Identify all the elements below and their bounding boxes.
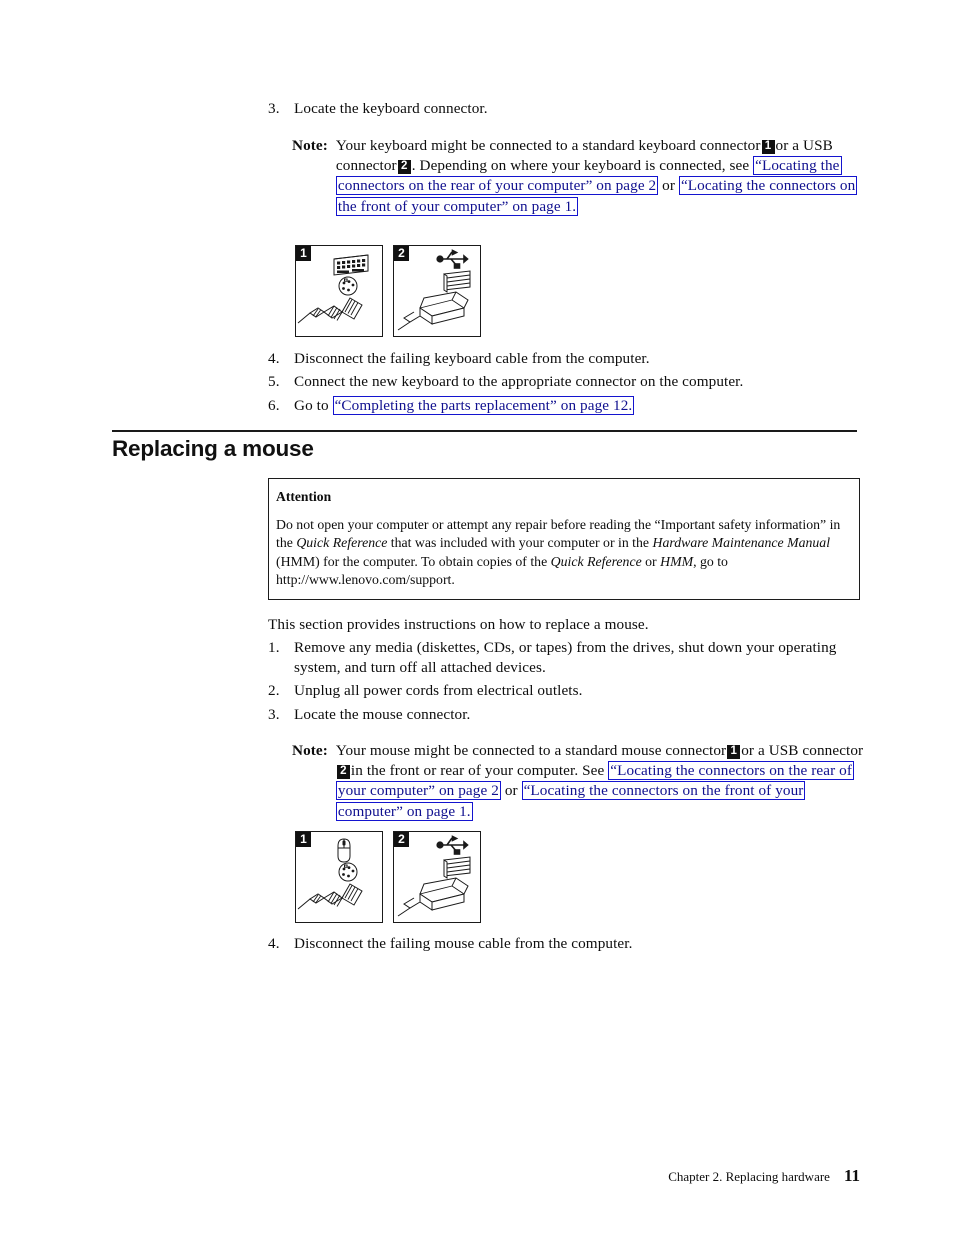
note-conjunction: or — [662, 177, 676, 195]
attention-part4: or — [641, 553, 661, 569]
note-text-part3: in the front or rear of your computer. S… — [350, 762, 605, 780]
step-mouse-1: 1. Remove any media (diskettes, CDs, or … — [268, 638, 863, 678]
callout-chip-2: 2 — [397, 160, 411, 174]
figure-tag: 1 — [296, 832, 311, 847]
step-number: 4. — [268, 350, 280, 367]
note-text-part1: Your mouse might be connected to a stand… — [335, 742, 727, 759]
step-number: 4. — [268, 935, 280, 952]
step-text: Disconnect the failing mouse cable from … — [294, 935, 633, 952]
step-mouse-4: 4. Disconnect the failing mouse cable fr… — [268, 934, 868, 954]
callout-chip-2: 2 — [336, 765, 350, 779]
note-text-part2: or a USB connector — [741, 742, 864, 759]
step-text: Locate the mouse connector. — [294, 706, 471, 723]
step-keyboard-3: 3. Locate the keyboard connector. — [268, 99, 868, 119]
footer-page-number: 11 — [843, 1166, 860, 1185]
step-text: Connect the new keyboard to the appropri… — [294, 373, 744, 390]
step-text: Remove any media (diskettes, CDs, or tap… — [294, 639, 837, 677]
figure-usb-mouse: 2 — [393, 831, 481, 923]
step-number: 1. — [268, 639, 280, 656]
note-label: Note: — [292, 137, 328, 154]
page-footer: Chapter 2. Replacing hardware 11 — [668, 1166, 860, 1186]
note-mouse: Note: Your mouse might be connected to a… — [292, 741, 864, 822]
figure-tag: 1 — [296, 246, 311, 261]
step-keyboard-6: 6. Go to “Completing the parts replaceme… — [268, 396, 868, 416]
attention-italic-quick-reference-2: Quick Reference — [550, 553, 642, 569]
note-keyboard: Note: Your keyboard might be connected t… — [292, 136, 864, 217]
step-keyboard-5: 5. Connect the new keyboard to the appro… — [268, 372, 868, 392]
step-text: Disconnect the failing keyboard cable fr… — [294, 350, 650, 367]
footer-chapter: Chapter 2. Replacing hardware — [668, 1169, 830, 1184]
step-number: 3. — [268, 706, 280, 723]
attention-italic-hmm: HMM — [660, 553, 694, 569]
step-number: 3. — [268, 100, 280, 117]
attention-part3: (HMM) for the computer. To obtain copies… — [276, 553, 551, 569]
attention-text: Do not open your computer or attempt any… — [276, 516, 853, 590]
attention-box: Attention Do not open your computer or a… — [268, 478, 860, 600]
heading-rule — [112, 430, 857, 432]
link-completing-parts-replacement[interactable]: “Completing the parts replacement” on pa… — [332, 396, 635, 415]
attention-part2: that was included with your computer or … — [387, 535, 653, 551]
page-title: Replacing a mouse — [112, 436, 314, 461]
figure-ps2-keyboard: 1 — [295, 245, 383, 337]
step-keyboard-4: 4. Disconnect the failing keyboard cable… — [268, 349, 868, 369]
figure-ps2-mouse: 1 — [295, 831, 383, 923]
note-label: Note: — [292, 742, 328, 759]
note-text-part1: Your keyboard might be connected to a st… — [335, 137, 761, 154]
note-conjunction: or — [504, 782, 518, 800]
step-text: Go to “Completing the parts replacement”… — [294, 396, 868, 416]
step-text: Locate the keyboard connector. — [294, 100, 488, 117]
mouse-intro-text: This section provides instructions on ho… — [268, 616, 649, 633]
step-prefix: Go to — [294, 397, 329, 414]
step-mouse-3: 3. Locate the mouse connector. — [268, 705, 863, 725]
step-text: Unplug all power cords from electrical o… — [294, 682, 583, 699]
figure-tag: 2 — [394, 246, 409, 261]
note-body: Your keyboard might be connected to a st… — [335, 136, 864, 217]
note-body: Your mouse might be connected to a stand… — [335, 741, 864, 822]
figure-tag: 2 — [394, 832, 409, 847]
step-number: 6. — [268, 397, 280, 414]
attention-title: Attention — [276, 489, 332, 504]
step-number: 2. — [268, 682, 280, 699]
attention-italic-hmm-manual: Hardware Maintenance Manual — [652, 535, 831, 551]
step-mouse-2: 2. Unplug all power cords from electrica… — [268, 681, 863, 701]
note-text-part3: . Depending on where your keyboard is co… — [411, 157, 750, 175]
document-page: 3. Locate the keyboard connector. Note: … — [0, 0, 954, 1235]
step-number: 5. — [268, 373, 280, 390]
attention-italic-quick-reference-1: Quick Reference — [296, 535, 388, 551]
callout-chip-1: 1 — [761, 140, 775, 154]
callout-chip-1: 1 — [727, 745, 741, 759]
figure-usb-keyboard: 2 — [393, 245, 481, 337]
